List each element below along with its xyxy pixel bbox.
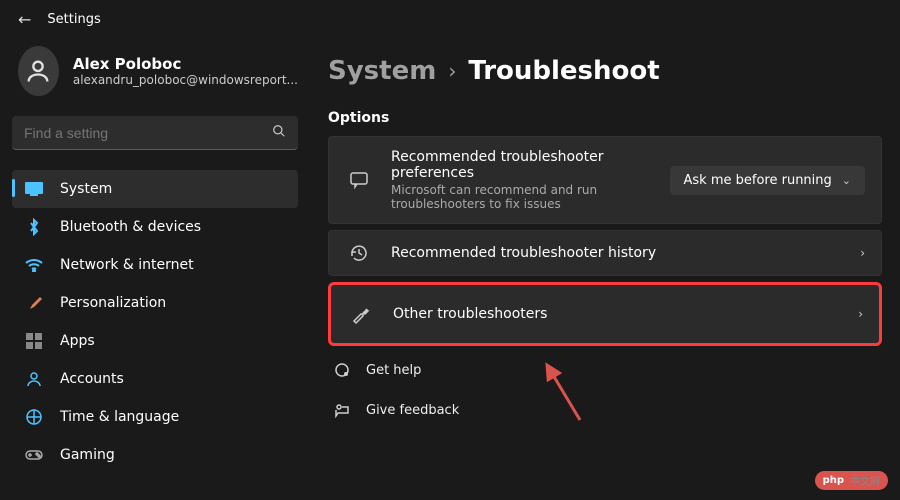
feedback-icon [332,402,352,418]
person-icon [22,371,46,387]
page-title: Troubleshoot [468,56,659,86]
sidebar-item-accounts[interactable]: Accounts [12,360,298,398]
globe-icon [22,409,46,425]
gamepad-icon [22,449,46,461]
chat-icon [345,170,373,190]
sidebar-item-label: Accounts [60,371,124,387]
paintbrush-icon [22,295,46,311]
watermark-php: php [823,475,844,486]
give-feedback-link[interactable]: Give feedback [328,394,882,426]
card-other-troubleshooters[interactable]: Other troubleshooters › [328,282,882,346]
person-icon [24,57,52,85]
display-icon [22,182,46,196]
search-box[interactable] [12,116,298,150]
sidebar-item-apps[interactable]: Apps [12,322,298,360]
sidebar-item-label: Network & internet [60,257,194,273]
card-subtitle: Microsoft can recommend and run troubles… [391,183,651,211]
back-icon[interactable]: ← [18,10,31,29]
card-recommended-history[interactable]: Recommended troubleshooter history › [328,230,882,276]
dropdown-value: Ask me before running [684,173,832,188]
app-title: Settings [47,12,100,27]
profile[interactable]: Alex Poloboc alexandru_poloboc@windowsre… [12,46,298,96]
sidebar-item-label: Gaming [60,447,115,463]
card-title: Recommended troubleshooter preferences [391,149,670,181]
wifi-icon [22,258,46,272]
sidebar-item-label: System [60,181,112,197]
watermark-badge: php 中文网 [815,471,888,490]
watermark-cn: 中文网 [850,473,880,488]
chevron-right-icon: › [448,59,456,83]
get-help-link[interactable]: Get help [328,354,882,386]
sidebar-item-bluetooth[interactable]: Bluetooth & devices [12,208,298,246]
sidebar: Alex Poloboc alexandru_poloboc@windowsre… [0,32,310,500]
help-icon [332,362,352,378]
chevron-down-icon: ⌄ [842,174,851,187]
card-title: Other troubleshooters [393,306,858,322]
sidebar-item-personalization[interactable]: Personalization [12,284,298,322]
history-icon [345,243,373,263]
nav-list: System Bluetooth & devices Network & int… [12,170,298,474]
sidebar-item-label: Apps [60,333,95,349]
avatar [18,46,59,96]
preference-dropdown[interactable]: Ask me before running ⌄ [670,166,865,195]
search-input[interactable] [24,125,272,141]
sidebar-item-label: Bluetooth & devices [60,219,201,235]
sidebar-item-gaming[interactable]: Gaming [12,436,298,474]
titlebar: ← Settings [0,0,900,32]
chevron-right-icon: › [858,307,863,321]
feedback-label: Give feedback [366,403,459,418]
sidebar-item-time[interactable]: Time & language [12,398,298,436]
profile-name: Alex Poloboc [73,55,298,73]
search-icon [272,124,286,142]
wrench-icon [347,303,375,325]
bluetooth-icon [22,218,46,236]
chevron-right-icon: › [860,246,865,260]
main-content: System › Troubleshoot Options Recommende… [310,32,900,500]
section-label: Options [328,110,882,126]
card-title: Recommended troubleshooter history [391,245,860,261]
sidebar-item-network[interactable]: Network & internet [12,246,298,284]
breadcrumb-parent[interactable]: System [328,56,436,86]
card-recommended-preferences[interactable]: Recommended troubleshooter preferences M… [328,136,882,224]
profile-email: alexandru_poloboc@windowsreport... [73,73,298,87]
help-label: Get help [366,363,421,378]
sidebar-item-system[interactable]: System [12,170,298,208]
sidebar-item-label: Personalization [60,295,166,311]
apps-icon [22,333,46,349]
sidebar-item-label: Time & language [60,409,179,425]
breadcrumb: System › Troubleshoot [328,56,882,86]
